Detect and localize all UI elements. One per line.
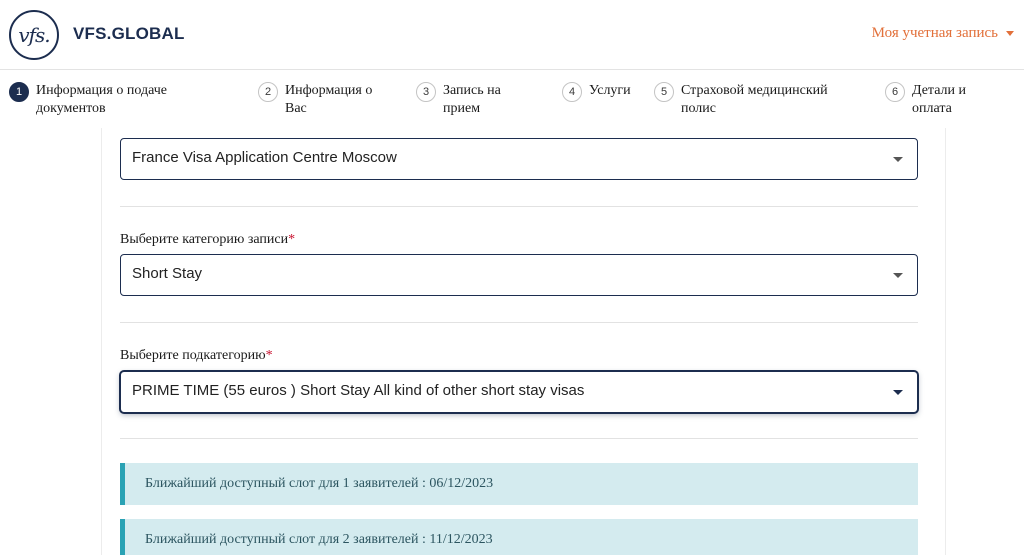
slot-availability-text: Ближайший доступный слот для 1 заявителе… (145, 476, 494, 491)
step-3[interactable]: 3 Запись на прием (416, 82, 518, 118)
required-mark: * (265, 348, 273, 363)
progress-stepper: 1 Информация о подаче документов 2 Инфор… (0, 70, 1024, 128)
step-number: 6 (885, 82, 905, 102)
subcategory-label-text: Выберите подкатегорию (120, 348, 266, 363)
step-2[interactable]: 2 Информация о Вас (258, 82, 390, 118)
appointment-subcategory-select[interactable]: PRIME TIME (55 euros ) Short Stay All ki… (120, 371, 918, 413)
step-number: 5 (654, 82, 674, 102)
step-label: Детали и оплата (912, 83, 967, 116)
my-account-menu[interactable]: Моя учетная запись (872, 25, 1014, 42)
dropdown-arrow-icon (893, 157, 903, 162)
required-mark: * (288, 232, 296, 247)
dropdown-arrow-icon (893, 390, 903, 395)
step-number: 1 (9, 82, 29, 102)
step-number: 2 (258, 82, 278, 102)
slot-availability-alert: Ближайший доступный слот для 1 заявителе… (120, 463, 918, 505)
step-6[interactable]: 6 Детали и оплата (885, 82, 992, 118)
slot-availability-text: Ближайший доступный слот для 2 заявителе… (145, 532, 493, 547)
dropdown-arrow-icon (893, 273, 903, 278)
category-field-label: Выберите категорию записи* (120, 232, 295, 248)
step-number: 3 (416, 82, 436, 102)
step-label: Информация о подаче документов (36, 83, 167, 116)
divider (120, 438, 918, 439)
brand-name: VFS.GLOBAL (73, 24, 185, 43)
step-label: Информация о Вас (285, 83, 373, 116)
step-label: Запись на прием (443, 83, 501, 116)
site-header: vfs. VFS.GLOBAL Моя учетная запись (0, 0, 1024, 70)
subcategory-field-label: Выберите подкатегорию* (120, 348, 273, 364)
application-centre-select[interactable]: France Visa Application Centre Moscow (120, 138, 918, 180)
select-value: Short Stay (132, 265, 203, 282)
vfs-logo[interactable]: vfs. (9, 10, 59, 60)
step-label: Страховой медицинский полис (681, 83, 828, 116)
slot-availability-alert: Ближайший доступный слот для 2 заявителе… (120, 519, 918, 555)
select-value: France Visa Application Centre Moscow (132, 149, 397, 166)
appointment-form-panel: France Visa Application Centre Moscow Вы… (101, 128, 946, 555)
step-5[interactable]: 5 Страховой медицинский полис (654, 82, 856, 118)
category-label-text: Выберите категорию записи (120, 232, 289, 247)
divider (120, 206, 918, 207)
step-4[interactable]: 4 Услуги (562, 82, 631, 102)
select-value: PRIME TIME (55 euros ) Short Stay All ki… (132, 382, 585, 399)
divider (120, 322, 918, 323)
step-number: 4 (562, 82, 582, 102)
appointment-category-select[interactable]: Short Stay (120, 254, 918, 296)
logo-text: vfs. (18, 23, 50, 47)
step-label: Услуги (589, 83, 631, 98)
step-1[interactable]: 1 Информация о подаче документов (9, 82, 186, 118)
caret-down-icon (1006, 31, 1014, 36)
my-account-label: Моя учетная запись (871, 25, 998, 41)
